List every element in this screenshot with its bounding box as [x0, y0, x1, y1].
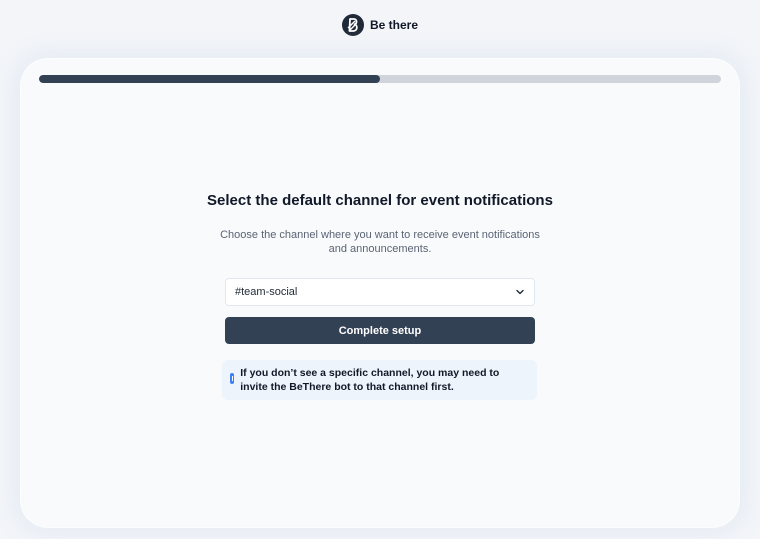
step-subtitle: Choose the channel where you want to rec…: [220, 229, 540, 255]
bethere-logo-icon: [341, 14, 364, 36]
complete-setup-button[interactable]: Complete setup: [225, 317, 535, 344]
channel-select[interactable]: #team-social: [225, 278, 535, 306]
progress-bar: [39, 75, 721, 83]
header: Be there: [0, 0, 760, 50]
info-note: If you don’t see a specific channel, you…: [222, 360, 537, 400]
brand-name: Be there: [369, 18, 419, 32]
step-title: Select the default channel for event not…: [207, 192, 553, 209]
info-note-text: If you don’t see a specific channel, you…: [240, 367, 500, 393]
info-icon: [230, 373, 235, 384]
channel-select-value: #team-social: [235, 286, 298, 298]
progress-fill: [39, 75, 380, 83]
setup-card: Select the default channel for event not…: [20, 58, 740, 528]
chevron-down-icon: [514, 286, 526, 298]
